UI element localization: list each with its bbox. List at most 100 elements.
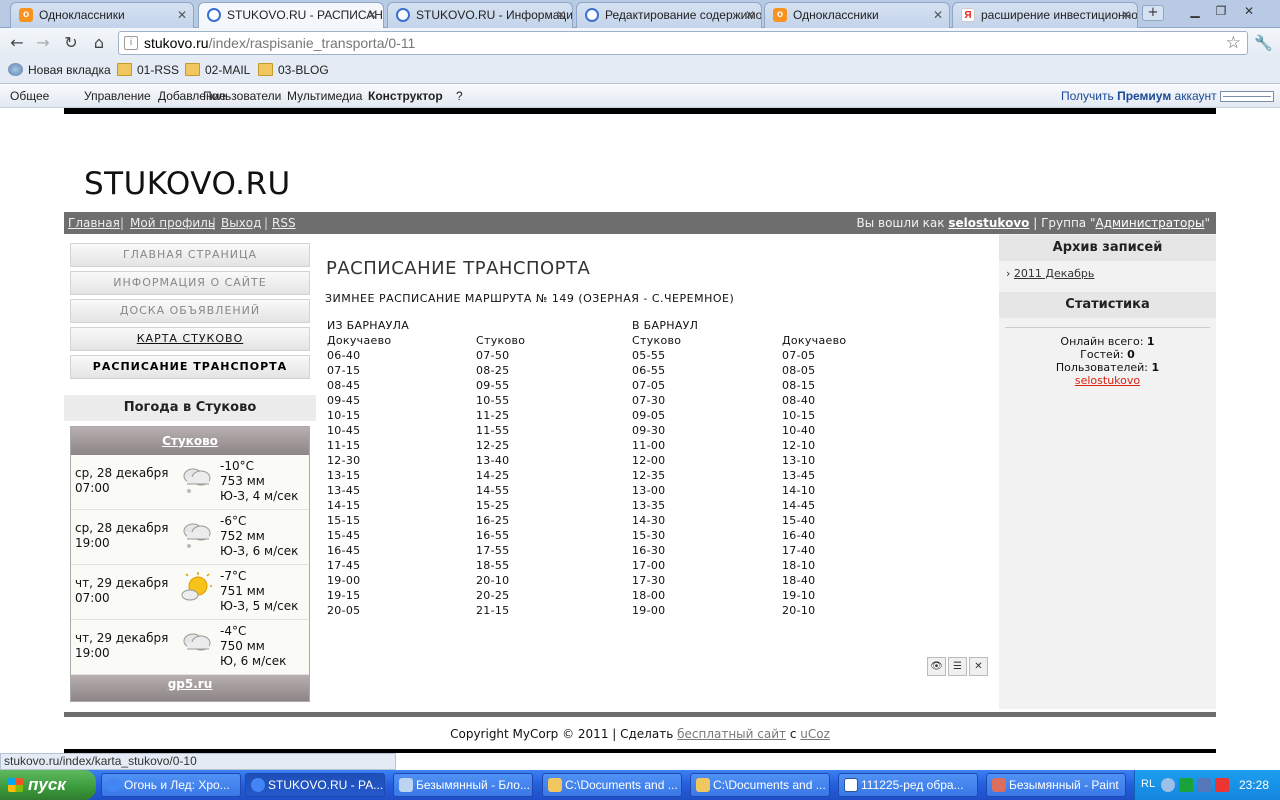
new-tab-button[interactable]: + — [1142, 5, 1164, 21]
forward-arrow-icon[interactable]: → — [32, 32, 54, 54]
stats-user-link[interactable]: selostukovo — [1075, 374, 1140, 387]
taskbar-task-4[interactable]: C:\Documents and ... — [542, 773, 682, 797]
bookmark-label: 02-MAIL — [205, 63, 251, 77]
network-icon[interactable] — [1197, 778, 1211, 792]
clock: 23:28 — [1239, 778, 1270, 792]
browser-tab-2[interactable]: STUKOVO.RU - РАСПИСАНИЕ ✕ — [198, 2, 384, 28]
weather-date: ср, 28 декабря — [75, 521, 169, 535]
nav-home-link[interactable]: Главная — [68, 216, 120, 230]
weather-wind: Ю-З, 5 м/сек — [220, 599, 299, 613]
taskbar-task-6[interactable]: 111225-ред обра... — [838, 773, 978, 797]
close-icon[interactable]: ✕ — [933, 3, 943, 27]
wrench-icon[interactable]: 🔧 — [1254, 34, 1273, 52]
nav-separator: | — [120, 216, 125, 230]
entry-actions: 👁 ☰ ✕ — [927, 657, 990, 677]
nav-logout-link[interactable]: Выход — [221, 216, 261, 230]
bookmark-folder-blog[interactable]: 03-BLOG — [258, 63, 329, 77]
admin-menu-constructor[interactable]: Конструктор — [368, 89, 443, 103]
ucoz-icon — [396, 8, 410, 22]
cloud-snow-icon — [183, 523, 211, 548]
stats-title: Статистика — [999, 292, 1216, 318]
right-sidebar: Архив записей › 2011 Декабрь Статистика … — [999, 234, 1216, 709]
schedule-time-cell: 08-05 — [782, 364, 816, 377]
antivirus-icon[interactable] — [1215, 778, 1229, 792]
reload-icon[interactable]: ↻ — [60, 32, 82, 54]
close-icon[interactable]: ✕ — [177, 3, 187, 27]
weather-temp: -4°C — [220, 624, 247, 638]
close-icon[interactable]: ✕ — [367, 3, 377, 27]
taskbar-task-2[interactable]: STUKOVO.RU - РА... — [245, 773, 385, 797]
schedule-time-cell: 10-40 — [782, 424, 816, 437]
free-site-link[interactable]: бесплатный сайт — [677, 727, 786, 741]
back-arrow-icon[interactable]: ← — [6, 32, 28, 54]
language-indicator[interactable]: RL — [1141, 778, 1155, 790]
menu-item-home[interactable]: ГЛАВНАЯ СТРАНИЦА — [70, 243, 310, 267]
admin-bar-toggle[interactable] — [1220, 91, 1274, 102]
bookmark-new-tab[interactable]: Новая вкладка — [8, 63, 111, 77]
admin-menu-users[interactable]: Пользователи — [203, 89, 281, 103]
admin-menu-help[interactable]: ? — [456, 89, 463, 103]
browser-tab-4[interactable]: Редактирование содержимо ✕ — [576, 2, 762, 28]
restore-icon[interactable]: ❐ — [1208, 2, 1234, 20]
view-icon[interactable]: 👁 — [927, 657, 946, 676]
bookmark-folder-mail[interactable]: 02-MAIL — [185, 63, 250, 77]
taskbar-task-3[interactable]: Безымянный - Бло... — [393, 773, 533, 797]
status-bubble: stukovo.ru/index/karta_stukovo/0-10 — [0, 753, 396, 770]
schedule-time-cell: 11-25 — [476, 409, 510, 422]
taskbar-task-5[interactable]: C:\Documents and ... — [690, 773, 830, 797]
schedule-time-cell: 19-00 — [632, 604, 666, 617]
menu-item-about[interactable]: ИНФОРМАЦИЯ О САЙТЕ — [70, 271, 310, 295]
admin-menu-multimedia[interactable]: Мультимедиа — [287, 89, 362, 103]
nav-profile-link[interactable]: Мой профиль — [130, 216, 215, 230]
edit-icon[interactable]: ☰ — [948, 657, 967, 676]
bookmark-star-icon[interactable]: ☆ — [1226, 33, 1241, 53]
tab-title: Одноклассники — [793, 8, 879, 22]
address-bar[interactable]: i stukovo.ru/index/raspisanie_transporta… — [118, 31, 1248, 55]
delete-icon[interactable]: ✕ — [969, 657, 988, 676]
nav-rss-link[interactable]: RSS — [272, 216, 296, 230]
weather-location-link[interactable]: Стуково — [162, 434, 218, 448]
chrome-icon — [251, 778, 265, 792]
premium-link[interactable]: Получить Премиум аккаунт — [1061, 89, 1217, 103]
admin-menu-manage[interactable]: Управление — [84, 89, 151, 103]
address-url[interactable]: stukovo.ru/index/raspisanie_transporta/0… — [144, 35, 415, 51]
ucoz-link[interactable]: uCoz — [800, 727, 830, 741]
browser-tab-1[interactable]: o Одноклассники ✕ — [10, 2, 194, 28]
bullet-arrow-icon: › — [1006, 267, 1014, 280]
schedule-time-cell: 12-10 — [782, 439, 816, 452]
tray-back-icon[interactable] — [1161, 778, 1175, 792]
archive-title: Архив записей — [999, 235, 1216, 261]
weather-source-link[interactable]: gp5.ru — [168, 677, 213, 691]
home-icon[interactable]: ⌂ — [88, 32, 110, 54]
login-user-link[interactable]: selostukovo — [948, 216, 1029, 230]
weather-values: -10°C 753 мм Ю-З, 4 м/сек — [220, 459, 298, 504]
bookmark-label: 03-BLOG — [278, 63, 329, 77]
schedule-time-cell: 05-55 — [632, 349, 666, 362]
browser-tab-3[interactable]: STUKOVO.RU - Информация ✕ — [387, 2, 573, 28]
menu-item-board[interactable]: ДОСКА ОБЪЯВЛЕНИЙ — [70, 299, 310, 323]
close-icon[interactable]: ✕ — [1121, 3, 1131, 27]
login-mid: | Группа " — [1029, 216, 1096, 230]
close-icon[interactable]: ✕ — [745, 3, 755, 27]
weather-location-header: Стуково — [71, 427, 309, 455]
admin-menu-general[interactable]: Общее — [10, 89, 49, 103]
archive-link-december[interactable]: 2011 Декабрь — [1014, 267, 1095, 280]
window-close-icon[interactable]: ✕ — [1236, 2, 1262, 20]
schedule-time-cell: 18-40 — [782, 574, 816, 587]
browser-tab-6[interactable]: Я расширение инвестиционно ✕ — [952, 2, 1138, 28]
login-group-link[interactable]: Администраторы — [1095, 216, 1204, 230]
menu-item-schedule[interactable]: РАСПИСАНИЕ ТРАНСПОРТА — [70, 355, 310, 379]
weather-informer: Стуково ср, 28 декабря 07:00 -10°C 753 мм Ю… — [70, 426, 310, 702]
tray-app-icon[interactable] — [1179, 778, 1193, 792]
minimize-icon[interactable]: ▁ — [1182, 2, 1208, 20]
taskbar-task-1[interactable]: Огонь и Лед: Хро... — [101, 773, 241, 797]
browser-tab-5[interactable]: o Одноклассники ✕ — [764, 2, 950, 28]
bookmark-folder-rss[interactable]: 01-RSS — [117, 63, 179, 77]
start-button[interactable]: пуск — [0, 770, 96, 800]
close-icon[interactable]: ✕ — [556, 3, 566, 27]
menu-item-map[interactable]: КАРТА СТУКОВО — [70, 327, 310, 351]
taskbar-task-7[interactable]: Безымянный - Paint — [986, 773, 1126, 797]
yandex-icon: Я — [961, 8, 975, 22]
page-info-icon[interactable]: i — [124, 36, 138, 50]
weather-datetime: чт, 29 декабря 19:00 — [75, 631, 168, 661]
